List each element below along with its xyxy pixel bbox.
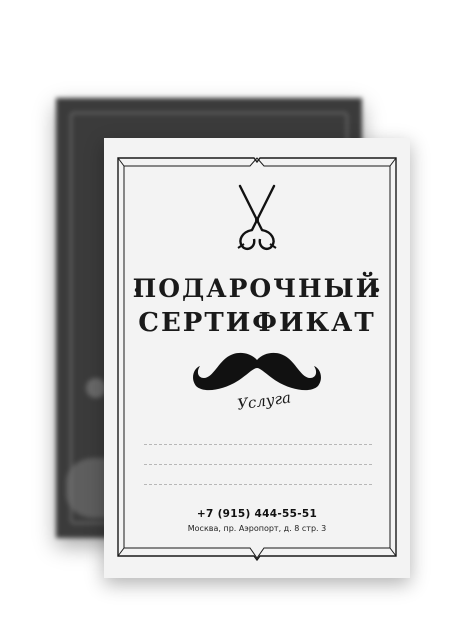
fill-in-line bbox=[144, 484, 372, 485]
fill-in-line bbox=[144, 444, 372, 445]
certificate-title-line2: СЕРТИФИКАТ bbox=[138, 308, 376, 338]
gift-certificate-card: ПОДАРОЧНЫЙ СЕРТИФИКАТ Услуга +7 (915) 44… bbox=[104, 138, 410, 578]
fill-in-line bbox=[144, 464, 372, 465]
phone-number: +7 (915) 444-55-51 bbox=[196, 508, 318, 520]
back-card-decor bbox=[86, 378, 106, 398]
address: Москва, пр. Аэропорт, д. 8 стр. 3 bbox=[187, 524, 327, 533]
mustache-icon bbox=[193, 352, 321, 391]
